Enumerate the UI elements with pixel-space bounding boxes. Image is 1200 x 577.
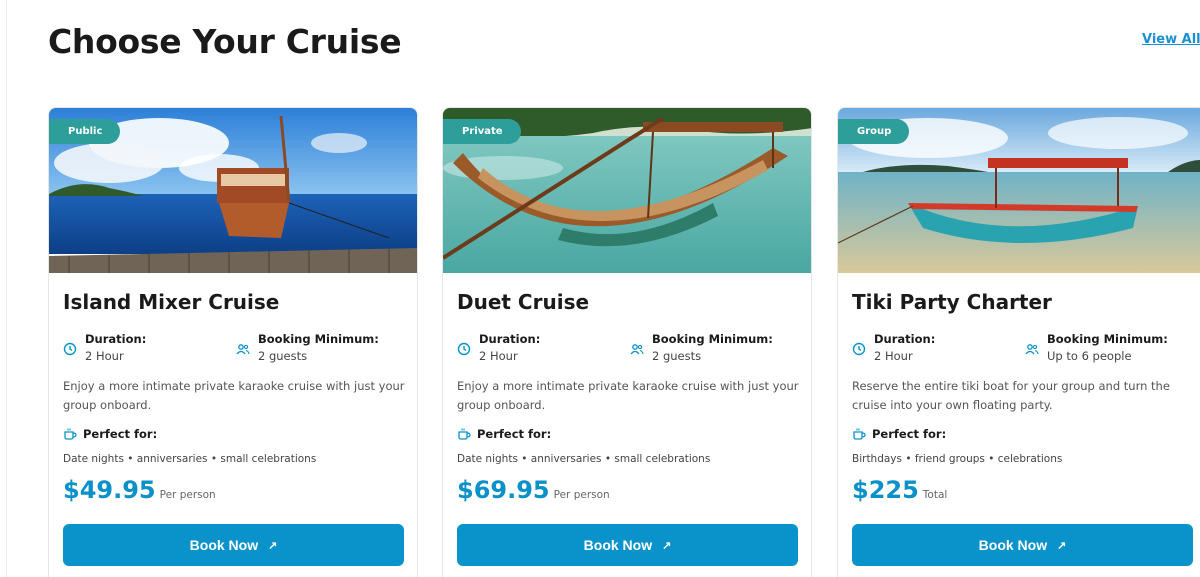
book-now-label: Book Now bbox=[978, 537, 1048, 553]
duration-value: 2 Hour bbox=[85, 349, 124, 363]
price-row: $69.95 Per person bbox=[457, 476, 610, 504]
book-now-button[interactable]: Book Now ↗ bbox=[852, 524, 1193, 566]
card-title: Tiki Party Charter bbox=[852, 290, 1052, 314]
badge-public: Public bbox=[49, 119, 121, 144]
booking-minimum-meta: Booking Minimum: Up to 6 people bbox=[1025, 331, 1168, 365]
perfect-for-label: Perfect for: bbox=[872, 427, 947, 441]
cruise-card-duet: Private Duet Cruise Duration: 2 Hour Boo… bbox=[442, 107, 812, 577]
perfect-for: Perfect for: bbox=[457, 427, 551, 441]
users-icon bbox=[1025, 342, 1039, 356]
users-icon bbox=[236, 342, 250, 356]
duration-label: Duration: bbox=[479, 332, 541, 346]
arrow-up-right-icon: ↗ bbox=[1057, 539, 1067, 552]
cup-icon bbox=[63, 427, 77, 441]
perfect-for-label: Perfect for: bbox=[477, 427, 552, 441]
perfect-for-tags: Date nights • anniversaries • small cele… bbox=[457, 453, 711, 465]
price: $225 bbox=[852, 476, 919, 504]
duration-meta: Duration: 2 Hour bbox=[63, 331, 146, 365]
cup-icon bbox=[852, 427, 866, 441]
price-unit: Per person bbox=[553, 489, 610, 501]
page-title: Choose Your Cruise bbox=[48, 22, 402, 61]
users-icon bbox=[630, 342, 644, 356]
clock-icon bbox=[63, 342, 77, 356]
perfect-for: Perfect for: bbox=[852, 427, 946, 441]
price-row: $49.95 Per person bbox=[63, 476, 216, 504]
badge-private: Private bbox=[443, 119, 521, 144]
perfect-for-tags: Birthdays • friend groups • celebrations bbox=[852, 453, 1063, 465]
card-description: Enjoy a more intimate private karaoke cr… bbox=[457, 379, 799, 412]
card-description: Reserve the entire tiki boat for your gr… bbox=[852, 379, 1170, 412]
duration-label: Duration: bbox=[874, 332, 936, 346]
cruise-card-island-mixer: Public Island Mixer Cruise Duration: 2 H… bbox=[48, 107, 418, 577]
duration-meta: Duration: 2 Hour bbox=[852, 331, 935, 365]
perfect-for: Perfect for: bbox=[63, 427, 157, 441]
card-title: Island Mixer Cruise bbox=[63, 290, 280, 314]
duration-meta: Duration: 2 Hour bbox=[457, 331, 540, 365]
booking-minimum-meta: Booking Minimum: 2 guests bbox=[630, 331, 773, 365]
left-divider bbox=[6, 0, 7, 577]
price-row: $225 Total bbox=[852, 476, 947, 504]
booking-minimum-label: Booking Minimum: bbox=[1047, 332, 1168, 346]
booking-minimum-value: Up to 6 people bbox=[1047, 349, 1132, 363]
booking-minimum-value: 2 guests bbox=[652, 349, 702, 363]
price: $49.95 bbox=[63, 476, 156, 504]
view-all-link[interactable]: View All › bbox=[1142, 32, 1200, 47]
price: $69.95 bbox=[457, 476, 550, 504]
duration-value: 2 Hour bbox=[874, 349, 913, 363]
cup-icon bbox=[457, 427, 471, 441]
booking-minimum-label: Booking Minimum: bbox=[652, 332, 773, 346]
booking-minimum-value: 2 guests bbox=[258, 349, 308, 363]
card-title: Duet Cruise bbox=[457, 290, 590, 314]
book-now-label: Book Now bbox=[583, 537, 653, 553]
clock-icon bbox=[457, 342, 471, 356]
card-description: Enjoy a more intimate private karaoke cr… bbox=[63, 379, 405, 412]
booking-minimum-label: Booking Minimum: bbox=[258, 332, 379, 346]
book-now-label: Book Now bbox=[189, 537, 259, 553]
price-unit: Total bbox=[922, 489, 948, 501]
badge-group: Group bbox=[838, 119, 910, 144]
duration-label: Duration: bbox=[85, 332, 147, 346]
book-now-button[interactable]: Book Now ↗ bbox=[457, 524, 798, 566]
cruise-card-tiki-party: Group Tiki Party Charter Duration: 2 Hou… bbox=[837, 107, 1200, 577]
price-unit: Per person bbox=[159, 489, 216, 501]
arrow-up-right-icon: ↗ bbox=[662, 539, 672, 552]
perfect-for-tags: Date nights • anniversaries • small cele… bbox=[63, 453, 317, 465]
perfect-for-label: Perfect for: bbox=[83, 427, 158, 441]
clock-icon bbox=[852, 342, 866, 356]
book-now-button[interactable]: Book Now ↗ bbox=[63, 524, 404, 566]
duration-value: 2 Hour bbox=[479, 349, 518, 363]
booking-minimum-meta: Booking Minimum: 2 guests bbox=[236, 331, 379, 365]
arrow-up-right-icon: ↗ bbox=[268, 539, 278, 552]
